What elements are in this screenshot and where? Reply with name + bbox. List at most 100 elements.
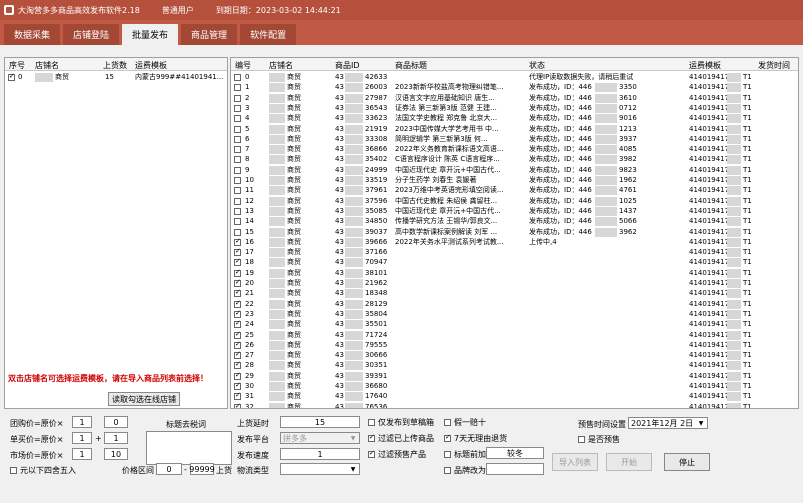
store-row[interactable]: 0 商贸 15 内蒙古999##41401941...	[5, 73, 227, 83]
fake-one-pay-ten-checkbox[interactable]	[444, 419, 451, 426]
filter-presale-checkbox[interactable]	[368, 449, 375, 458]
round-checkbox[interactable]	[10, 467, 17, 474]
tab-data-collect[interactable]: 数据采集	[4, 24, 61, 45]
filter-uploaded-option[interactable]: 过滤已上传商品	[368, 433, 434, 444]
row-checkbox[interactable]	[234, 177, 241, 184]
row-checkbox[interactable]	[234, 382, 241, 391]
row-checkbox[interactable]	[234, 258, 241, 267]
price-min-input[interactable]: 0	[156, 463, 182, 475]
row-checkbox[interactable]	[234, 156, 241, 164]
table-row[interactable]: 8 商贸 43 35402 C语言程序设计 陈英 C语言程序... 发布成功，ID：446…	[231, 155, 798, 165]
row-checkbox[interactable]	[234, 104, 241, 112]
tab-store-login[interactable]: 店铺登陆	[63, 24, 120, 45]
logistics-select[interactable]: ▼	[280, 463, 360, 475]
table-row[interactable]: 19 商贸 43 38101 4140194177 T1	[231, 268, 798, 279]
table-row[interactable]: 16 商贸 43 39666 2022年关务水平测试系列考试教... 上传中,4 41401…	[231, 237, 798, 248]
table-row[interactable]: 32 商贸 43 76536 4140194177 T1	[231, 402, 798, 408]
store-table[interactable]: 序号 店铺名 上货数 运费模板 0 商贸 15 内蒙古999##41401941…	[4, 57, 228, 409]
table-row[interactable]: 9 商贸 43 24999 中国近现代史 章开沅+中国古代... 发布成功，ID：446 9…	[231, 165, 798, 176]
row-checkbox[interactable]	[234, 135, 241, 143]
filter-uploaded-checkbox[interactable]	[368, 433, 375, 442]
is-presale-option[interactable]: 是否预售	[578, 434, 620, 445]
table-row[interactable]: 25 商贸 43 71724 4140194177 T1	[231, 330, 798, 341]
row-checkbox[interactable]	[234, 94, 241, 102]
row-checkbox[interactable]	[234, 289, 241, 298]
tab-settings[interactable]: 软件配置	[240, 24, 297, 45]
row-checkbox[interactable]	[234, 228, 241, 236]
delay-input[interactable]: 15	[280, 416, 360, 428]
brand-change-input[interactable]	[486, 463, 544, 475]
row-checkbox[interactable]	[234, 187, 241, 195]
speed-input[interactable]: 1	[280, 448, 360, 460]
table-row[interactable]: 27 商贸 43 30666 4140194177 T1	[231, 351, 798, 361]
table-row[interactable]: 20 商贸 43 21962 4140194177 T1	[231, 279, 798, 289]
row-checkbox[interactable]	[234, 392, 241, 401]
row-checkbox[interactable]	[234, 269, 241, 277]
table-row[interactable]: 10 商贸 43 33519 分子生药学 刘春生 袁媛著 发布成功，ID：446 1962 4…	[231, 176, 798, 186]
group-price-add[interactable]: 0	[104, 416, 128, 428]
table-row[interactable]: 13 商贸 43 35085 中国近现代史 章开沅+中国古代... 发布成功，ID：446…	[231, 206, 798, 217]
row-checkbox[interactable]	[234, 361, 241, 370]
read-online-stores-button[interactable]: 读取勾选在线店铺	[108, 392, 180, 406]
table-row[interactable]: 4 商贸 43 33623 法国文学史教程 郑克鲁 北京大... 发布成功，ID：446 9…	[231, 114, 798, 124]
row-checkbox[interactable]	[234, 166, 241, 174]
row-checkbox[interactable]	[234, 300, 241, 308]
seven-day-return-option[interactable]: 7天无理由退货	[444, 433, 507, 444]
title-prefix-input[interactable]: 较冬	[486, 447, 544, 459]
platform-select[interactable]: 拼多多 ▼	[280, 432, 360, 444]
tab-goods-manage[interactable]: 商品管理	[181, 24, 238, 45]
table-row[interactable]: 7 商贸 43 36866 2022年义务教育新课标语文高语... 发布成功，ID：446…	[231, 145, 798, 155]
table-row[interactable]: 12 商贸 43 37596 中国古代史教程 朱绍侯 龚留柱... 发布成功，ID：446…	[231, 196, 798, 207]
brand-change-checkbox[interactable]	[444, 467, 451, 474]
seven-day-return-checkbox[interactable]	[444, 433, 451, 442]
table-row[interactable]: 24 商贸 43 35501 4140194177 T1	[231, 320, 798, 330]
filter-presale-option[interactable]: 过滤预售产品	[368, 449, 426, 460]
table-row[interactable]: 15 商贸 43 39037 高中数学新课标案例解读 刘军 ... 发布成功，ID：446…	[231, 227, 798, 238]
stop-button[interactable]: 停止	[664, 453, 710, 471]
row-checkbox[interactable]	[234, 125, 241, 133]
row-checkbox[interactable]	[234, 74, 241, 81]
row-checkbox[interactable]	[234, 84, 241, 92]
title-prefix-option[interactable]: 标题前加	[444, 449, 486, 460]
goods-table[interactable]: 编号 店铺名 商品ID 商品标题 状态 运费模板 发货时间 0 商贸 43 42633…	[230, 57, 799, 409]
row-checkbox[interactable]	[234, 310, 241, 318]
row-checkbox[interactable]	[234, 238, 241, 246]
group-price-multiplier[interactable]: 1	[72, 416, 92, 428]
table-row[interactable]: 23 商贸 43 35804 4140194177 T1	[231, 309, 798, 320]
table-row[interactable]: 26 商贸 43 79555 4140194177 T1	[231, 340, 798, 351]
row-checkbox[interactable]	[234, 248, 241, 257]
table-row[interactable]: 30 商贸 43 36680 4140194177 T1	[231, 382, 798, 392]
table-row[interactable]: 5 商贸 43 21919 2023中国传媒大学艺考用书 中... 发布成功，ID：446…	[231, 124, 798, 135]
store-row-checkbox[interactable]	[8, 73, 15, 82]
row-checkbox[interactable]	[234, 372, 241, 380]
market-price-multiplier[interactable]: 1	[72, 448, 92, 460]
brand-change-option[interactable]: 品牌改为	[444, 465, 486, 476]
table-row[interactable]: 1 商贸 43 26003 2023新新华校盐高考物理纠错笔... 发布成功，ID：446…	[231, 83, 798, 93]
table-row[interactable]: 17 商贸 43 37166 4140194177 T1	[231, 248, 798, 258]
import-list-button[interactable]: 导入列表	[552, 453, 598, 471]
row-checkbox[interactable]	[234, 115, 241, 123]
only-draft-option[interactable]: 仅发布到草稿箱	[368, 417, 434, 428]
row-checkbox[interactable]	[234, 320, 241, 329]
row-checkbox[interactable]	[234, 279, 241, 288]
tab-batch-publish[interactable]: 批量发布	[122, 24, 179, 45]
presale-date-picker[interactable]: 2021年12月 2日 ▼	[628, 417, 708, 429]
row-checkbox[interactable]	[234, 197, 241, 205]
table-row[interactable]: 11 商贸 43 37961 2023万维中考英语完形填空阅读... 发布成功，ID：44…	[231, 186, 798, 196]
row-checkbox[interactable]	[234, 341, 241, 349]
row-checkbox[interactable]	[234, 218, 241, 226]
row-checkbox[interactable]	[234, 146, 241, 154]
round-option[interactable]: 元以下四舍五入	[10, 465, 76, 476]
table-row[interactable]: 18 商贸 43 70947 4140194177 T1	[231, 258, 798, 268]
start-button[interactable]: 开始	[606, 453, 652, 471]
row-checkbox[interactable]	[234, 207, 241, 215]
table-row[interactable]: 28 商贸 43 30351 4140194177 T1	[231, 361, 798, 371]
table-row[interactable]: 31 商贸 43 17640 4140194177 T1	[231, 392, 798, 402]
only-draft-checkbox[interactable]	[368, 419, 375, 426]
is-presale-checkbox[interactable]	[578, 436, 585, 443]
title-rule-input[interactable]	[146, 431, 232, 465]
market-price-add[interactable]: 10	[104, 448, 128, 460]
table-row[interactable]: 29 商贸 43 39391 4140194177 T1	[231, 371, 798, 382]
row-checkbox[interactable]	[234, 403, 241, 408]
title-prefix-checkbox[interactable]	[444, 451, 451, 458]
